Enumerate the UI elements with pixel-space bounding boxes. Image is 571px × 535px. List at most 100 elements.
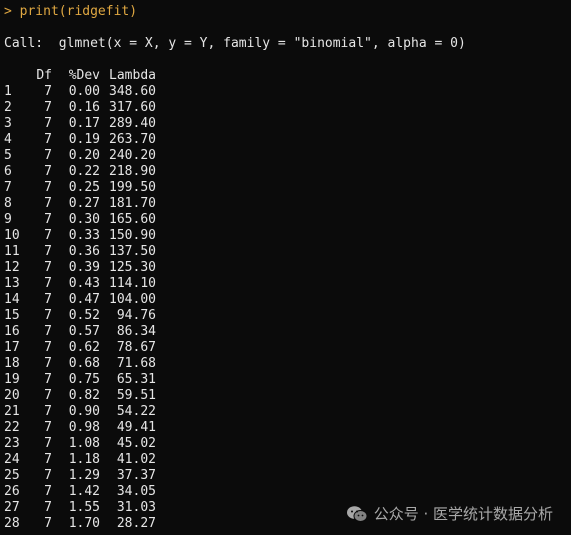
row-dev: 1.42 xyxy=(68,484,100,499)
row-lambda: 218.90 xyxy=(109,164,156,179)
row-lambda: 181.70 xyxy=(109,196,156,211)
row-df: 7 xyxy=(44,452,52,467)
call-line: Call: glmnet(x = X, y = Y, family = "bin… xyxy=(4,36,466,51)
row-lambda: 49.41 xyxy=(116,420,156,435)
table-row: 5 7 0.20 240.20 xyxy=(4,148,156,164)
row-lambda: 199.50 xyxy=(109,180,156,195)
row-index: 15 xyxy=(4,308,20,323)
row-df: 7 xyxy=(44,260,52,275)
row-dev: 0.25 xyxy=(68,180,100,195)
row-index: 6 xyxy=(4,164,12,179)
row-df: 7 xyxy=(44,308,52,323)
row-lambda: 94.76 xyxy=(116,308,156,323)
row-dev: 0.57 xyxy=(68,324,100,339)
table-row: 2 7 0.16 317.60 xyxy=(4,100,156,116)
row-dev: 0.39 xyxy=(68,260,100,275)
row-dev: 0.82 xyxy=(68,388,100,403)
row-df: 7 xyxy=(44,356,52,371)
table-row: 9 7 0.30 165.60 xyxy=(4,212,156,228)
table-row: 16 7 0.57 86.34 xyxy=(4,324,156,340)
row-df: 7 xyxy=(44,324,52,339)
row-index: 18 xyxy=(4,356,20,371)
row-lambda: 240.20 xyxy=(109,148,156,163)
header-dev: %Dev xyxy=(68,68,100,83)
row-df: 7 xyxy=(44,420,52,435)
table-row: 1 7 0.00 348.60 xyxy=(4,84,156,100)
row-df: 7 xyxy=(44,276,52,291)
table-row: 8 7 0.27 181.70 xyxy=(4,196,156,212)
row-dev: 1.18 xyxy=(68,452,100,467)
row-lambda: 31.03 xyxy=(116,500,156,515)
row-lambda: 125.30 xyxy=(109,260,156,275)
row-df: 7 xyxy=(44,196,52,211)
row-lambda: 317.60 xyxy=(109,100,156,115)
row-index: 22 xyxy=(4,420,20,435)
row-index: 10 xyxy=(4,228,20,243)
row-index: 26 xyxy=(4,484,20,499)
row-dev: 1.29 xyxy=(68,468,100,483)
table-row: 20 7 0.82 59.51 xyxy=(4,388,156,404)
row-index: 8 xyxy=(4,196,12,211)
row-lambda: 104.00 xyxy=(109,292,156,307)
row-lambda: 78.67 xyxy=(116,340,156,355)
row-dev: 0.68 xyxy=(68,356,100,371)
row-lambda: 37.37 xyxy=(116,468,156,483)
row-index: 24 xyxy=(4,452,20,467)
row-df: 7 xyxy=(44,84,52,99)
row-df: 7 xyxy=(44,132,52,147)
row-dev: 0.00 xyxy=(68,84,100,99)
row-dev: 0.36 xyxy=(68,244,100,259)
table-header: Df %Dev Lambda xyxy=(4,68,156,84)
row-index: 25 xyxy=(4,468,20,483)
row-index: 23 xyxy=(4,436,20,451)
table-row: 4 7 0.19 263.70 xyxy=(4,132,156,148)
table-row: 27 7 1.55 31.03 xyxy=(4,500,156,516)
row-dev: 0.75 xyxy=(68,372,100,387)
row-df: 7 xyxy=(44,484,52,499)
row-index: 14 xyxy=(4,292,20,307)
table-row: 25 7 1.29 37.37 xyxy=(4,468,156,484)
row-dev: 0.17 xyxy=(68,116,100,131)
row-lambda: 348.60 xyxy=(109,84,156,99)
table-row: 19 7 0.75 65.31 xyxy=(4,372,156,388)
row-df: 7 xyxy=(44,148,52,163)
wechat-icon xyxy=(346,506,368,522)
row-lambda: 137.50 xyxy=(109,244,156,259)
row-df: 7 xyxy=(44,500,52,515)
table-row: 18 7 0.68 71.68 xyxy=(4,356,156,372)
table-row: 15 7 0.52 94.76 xyxy=(4,308,156,324)
table-row: 13 7 0.43 114.10 xyxy=(4,276,156,292)
prompt-symbol: > xyxy=(4,4,12,19)
row-lambda: 289.40 xyxy=(109,116,156,131)
row-index: 3 xyxy=(4,116,12,131)
row-index: 7 xyxy=(4,180,12,195)
row-df: 7 xyxy=(44,468,52,483)
row-lambda: 263.70 xyxy=(109,132,156,147)
row-lambda: 65.31 xyxy=(116,372,156,387)
row-dev: 0.20 xyxy=(68,148,100,163)
row-index: 4 xyxy=(4,132,12,147)
row-dev: 0.22 xyxy=(68,164,100,179)
row-dev: 1.55 xyxy=(68,500,100,515)
row-lambda: 34.05 xyxy=(116,484,156,499)
row-dev: 0.47 xyxy=(68,292,100,307)
table-row: 26 7 1.42 34.05 xyxy=(4,484,156,500)
row-lambda: 165.60 xyxy=(109,212,156,227)
row-lambda: 114.10 xyxy=(109,276,156,291)
table-row: 14 7 0.47 104.00 xyxy=(4,292,156,308)
row-dev: 1.08 xyxy=(68,436,100,451)
table-row: 23 7 1.08 45.02 xyxy=(4,436,156,452)
row-lambda: 28.27 xyxy=(116,516,156,531)
header-df: Df xyxy=(36,68,52,83)
table-row: 22 7 0.98 49.41 xyxy=(4,420,156,436)
table-row: 24 7 1.18 41.02 xyxy=(4,452,156,468)
r-console[interactable]: > print(ridgefit) Call: glmnet(x = X, y … xyxy=(0,0,571,535)
row-index: 19 xyxy=(4,372,20,387)
row-lambda: 45.02 xyxy=(116,436,156,451)
table-row: 11 7 0.36 137.50 xyxy=(4,244,156,260)
row-index: 17 xyxy=(4,340,20,355)
row-dev: 0.30 xyxy=(68,212,100,227)
row-lambda: 54.22 xyxy=(116,404,156,419)
row-df: 7 xyxy=(44,228,52,243)
row-index: 13 xyxy=(4,276,20,291)
